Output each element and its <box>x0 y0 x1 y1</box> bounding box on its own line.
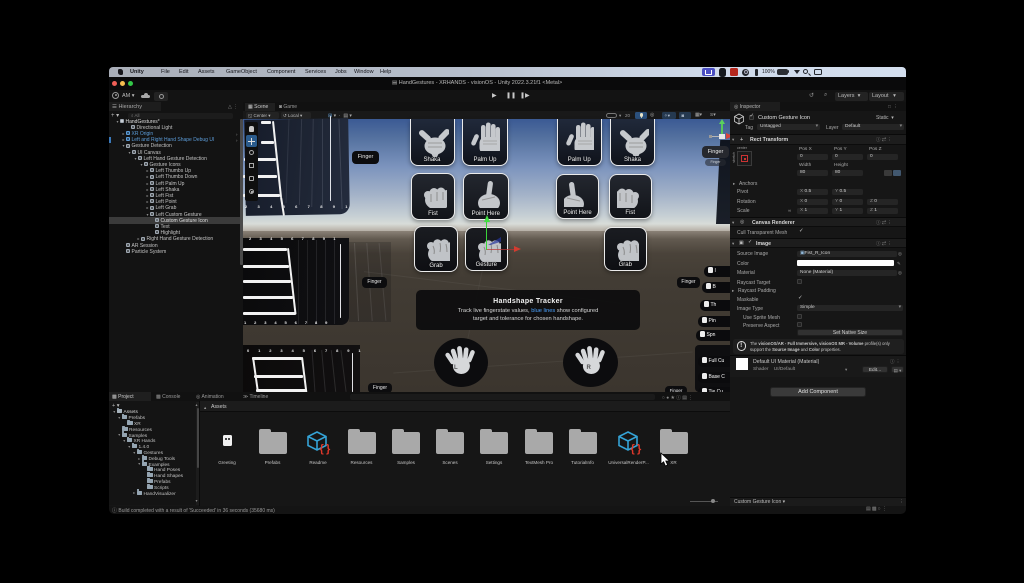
svg-text:{ }: { } <box>320 443 331 455</box>
svg-text:{ }: { } <box>630 443 641 455</box>
